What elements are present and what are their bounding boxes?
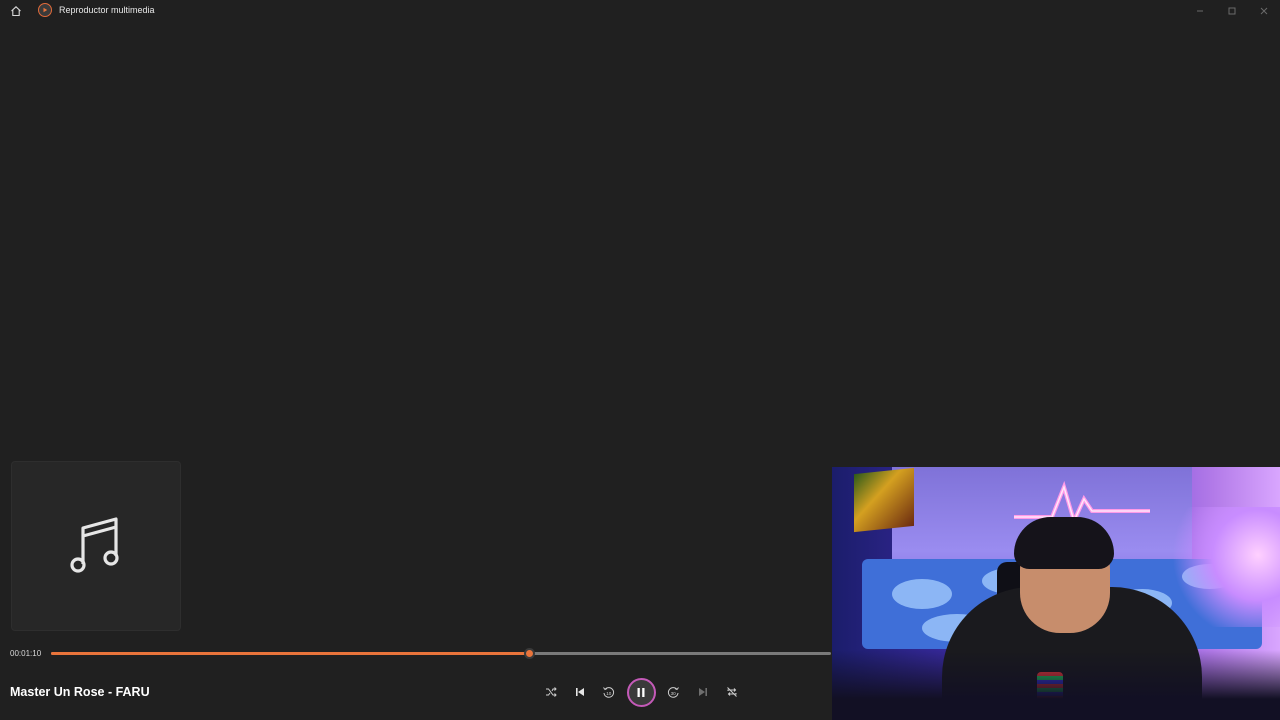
home-icon[interactable] — [8, 3, 24, 19]
svg-text:30: 30 — [671, 691, 677, 696]
play-pause-circle — [626, 677, 656, 707]
forward-30-button[interactable]: 30 — [659, 677, 688, 707]
webcam-overlay — [832, 467, 1280, 720]
album-art[interactable] — [11, 461, 181, 631]
previous-icon — [575, 688, 584, 696]
repeat-button[interactable] — [717, 677, 746, 707]
webcam-person-hair — [1014, 517, 1114, 569]
rewind-10-icon: 10 — [603, 686, 615, 698]
webcam-shadow — [832, 650, 1280, 720]
app-title: Reproductor multimedia — [59, 5, 155, 15]
seek-progress — [51, 652, 530, 655]
shuffle-icon — [545, 687, 557, 697]
shuffle-button[interactable] — [536, 677, 565, 707]
transport-controls: 10 30 — [536, 677, 746, 707]
minimize-icon[interactable] — [1184, 0, 1216, 22]
seek-thumb[interactable] — [524, 648, 536, 659]
repeat-off-icon — [726, 687, 737, 697]
music-note-icon — [70, 517, 119, 573]
rewind-10-button[interactable]: 10 — [594, 677, 623, 707]
window-controls — [1184, 0, 1280, 22]
svg-text:10: 10 — [606, 691, 612, 696]
next-icon — [698, 688, 707, 696]
title-bar: Reproductor multimedia — [0, 0, 1280, 22]
maximize-icon[interactable] — [1216, 0, 1248, 22]
seek-bar[interactable] — [51, 648, 831, 659]
elapsed-time: 00:01:10 — [10, 649, 42, 658]
close-icon[interactable] — [1248, 0, 1280, 22]
webcam-lamp — [1170, 507, 1280, 627]
play-pause-button[interactable] — [625, 677, 657, 707]
next-button[interactable] — [688, 677, 717, 707]
forward-30-icon: 30 — [667, 686, 679, 698]
media-player-icon — [38, 3, 52, 17]
webcam-poster — [854, 467, 914, 533]
previous-button[interactable] — [565, 677, 594, 707]
pause-icon — [637, 687, 645, 697]
media-player-window: Reproductor multimedia 00:01:10 Master U… — [0, 0, 1280, 720]
song-title[interactable]: Master Un Rose - FARU — [10, 685, 150, 699]
